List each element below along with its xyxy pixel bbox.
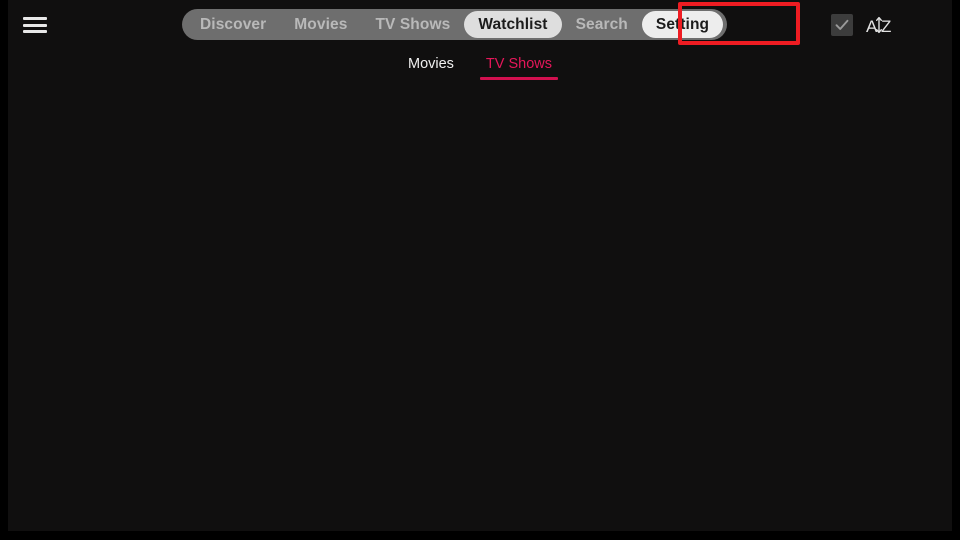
nav-item-tv-shows[interactable]: TV Shows (361, 11, 464, 38)
sub-tab-label: Movies (407, 56, 454, 72)
checkbox-checked-icon[interactable] (831, 14, 853, 36)
nav-item-label: Search (575, 15, 628, 33)
nav-item-discover[interactable]: Discover (186, 11, 280, 38)
app-frame: Discover Movies TV Shows Watchlist Searc… (0, 0, 960, 540)
sub-tab-tv-shows[interactable]: TV Shows (478, 52, 560, 82)
hamburger-bar-1 (23, 17, 47, 20)
nav-item-label: Watchlist (478, 15, 548, 33)
nav-item-label: Setting (655, 15, 710, 33)
sub-tab-bar: Movies TV Shows (8, 52, 952, 92)
top-bar: Discover Movies TV Shows Watchlist Searc… (8, 0, 952, 50)
nav-item-setting[interactable]: Setting (641, 11, 724, 38)
sub-tab-movies[interactable]: Movies (400, 52, 462, 82)
watchlist-content-area (8, 95, 952, 531)
nav-item-label: TV Shows (375, 15, 451, 33)
sub-tab-label: TV Shows (485, 56, 553, 72)
hamburger-bar-2 (23, 23, 47, 27)
main-navigation: Discover Movies TV Shows Watchlist Searc… (182, 9, 728, 40)
nav-item-label: Movies (294, 15, 348, 33)
hamburger-menu-icon[interactable] (23, 14, 49, 36)
hamburger-bar-3 (23, 30, 47, 33)
svg-text:Z: Z (881, 17, 891, 36)
nav-item-watchlist[interactable]: Watchlist (464, 11, 562, 38)
sort-alphabetical-az-icon[interactable]: A Z (865, 11, 895, 39)
sub-tab-underline (479, 77, 559, 80)
nav-item-label: Discover (200, 15, 267, 33)
app-screen: Discover Movies TV Shows Watchlist Searc… (8, 0, 952, 531)
nav-item-movies[interactable]: Movies (280, 11, 361, 38)
nav-item-search[interactable]: Search (562, 11, 642, 38)
